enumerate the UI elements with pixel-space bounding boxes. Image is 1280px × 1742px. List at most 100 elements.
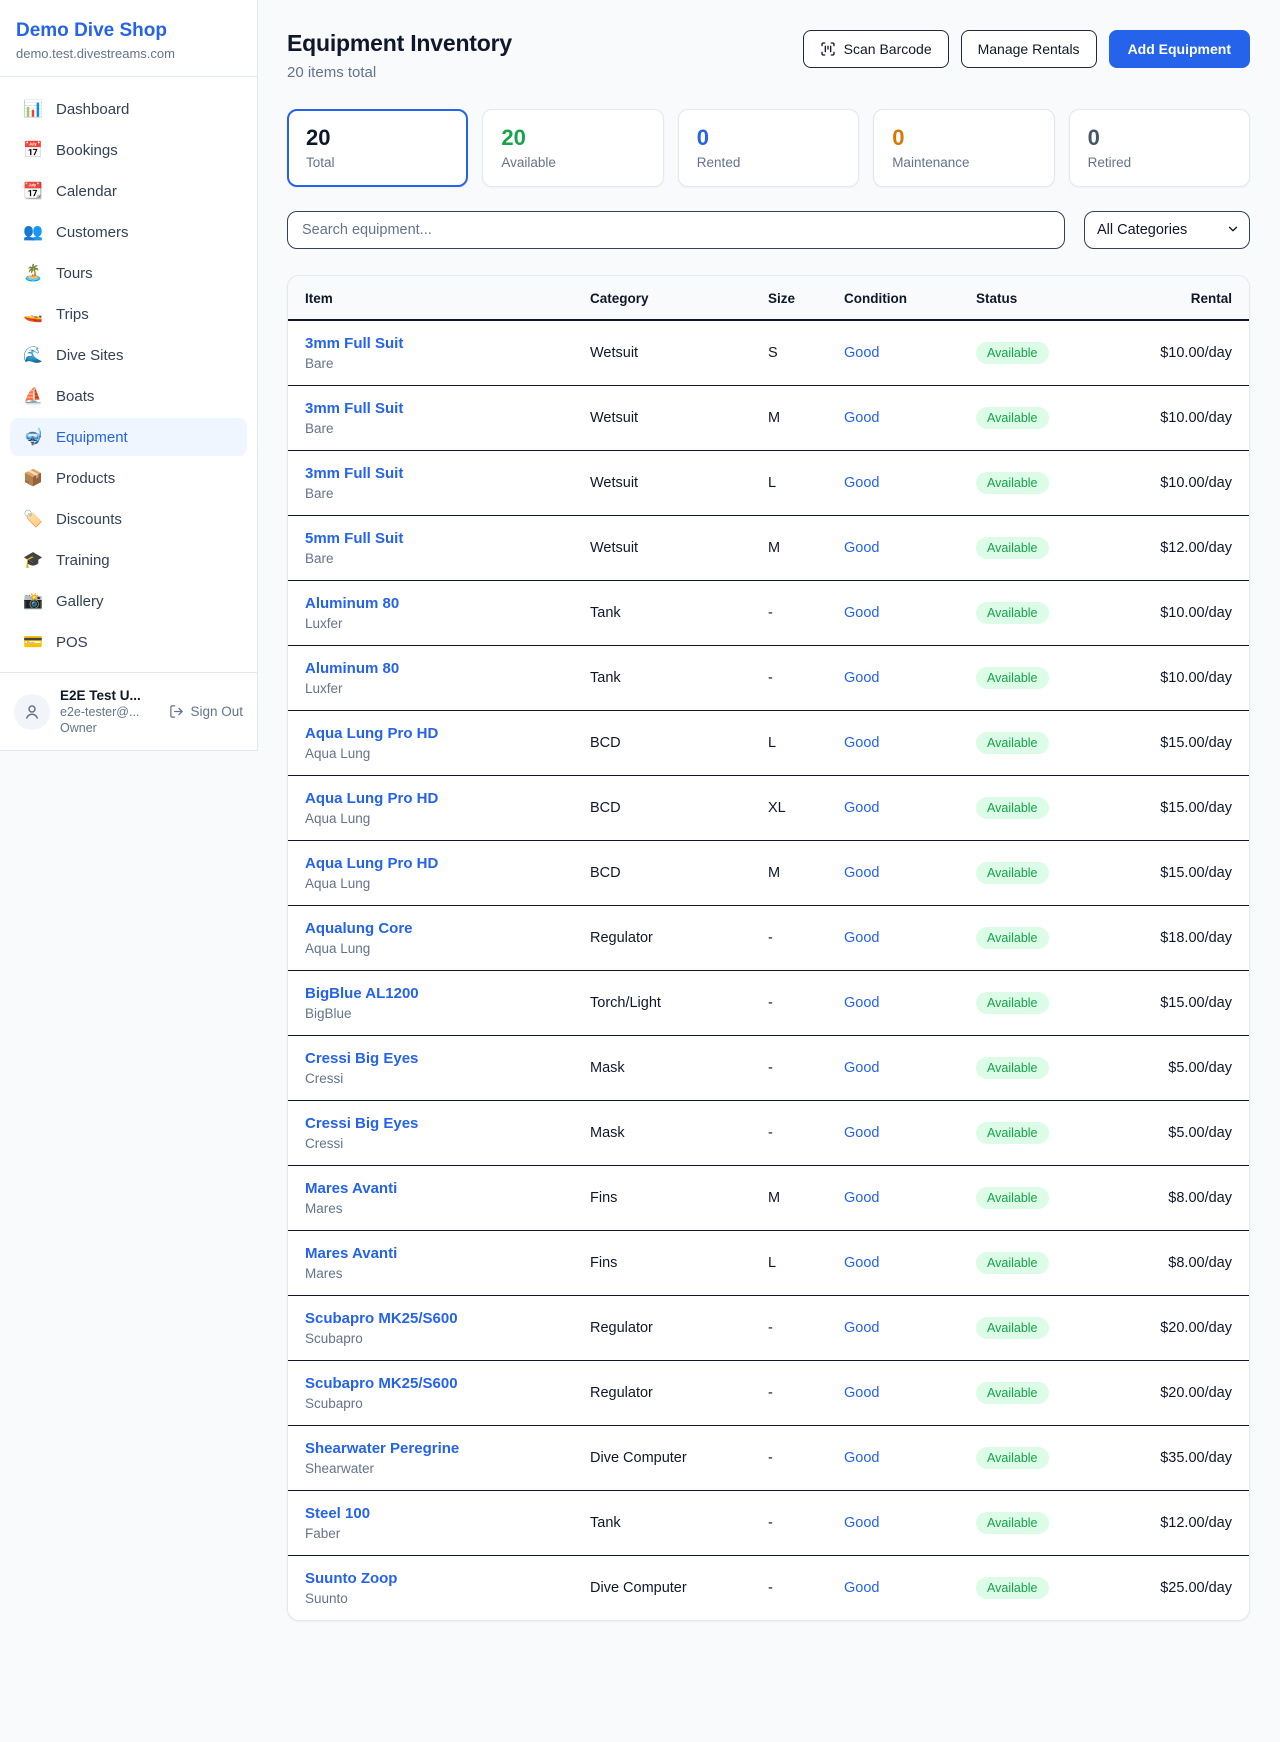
item-cell: Aluminum 80Luxfer — [288, 646, 573, 711]
rental-cell: $10.00/day — [1109, 646, 1249, 711]
item-cell: Scubapro MK25/S600Scubapro — [288, 1296, 573, 1361]
condition-link[interactable]: Good — [844, 670, 879, 686]
brand-name[interactable]: Demo Dive Shop — [16, 20, 241, 42]
search-input[interactable] — [287, 211, 1065, 249]
item-name-link[interactable]: Mares Avanti — [305, 1245, 556, 1262]
item-cell: Aqua Lung Pro HDAqua Lung — [288, 776, 573, 841]
calendar-page-icon: 📅 — [23, 140, 43, 160]
table-row: Suunto ZoopSuuntoDive Computer-GoodAvail… — [288, 1556, 1249, 1621]
column-header-item: Item — [288, 276, 573, 320]
condition-link[interactable]: Good — [844, 1450, 879, 1466]
item-brand: Bare — [305, 356, 556, 371]
condition-cell: Good — [827, 906, 959, 971]
sidebar-item-boats[interactable]: ⛵ Boats — [10, 377, 247, 415]
sidebar-item-tours[interactable]: 🏝️Tours — [10, 254, 247, 292]
sign-out-button[interactable]: Sign Out — [169, 704, 243, 719]
stat-card-available[interactable]: 20Available — [482, 109, 663, 187]
condition-link[interactable]: Good — [844, 1255, 879, 1271]
condition-link[interactable]: Good — [844, 930, 879, 946]
table-row: Steel 100FaberTank-GoodAvailable$12.00/d… — [288, 1491, 1249, 1556]
item-name-link[interactable]: Aluminum 80 — [305, 660, 556, 677]
item-name-link[interactable]: 3mm Full Suit — [305, 400, 556, 417]
sidebar-item-calendar[interactable]: 📆Calendar — [10, 172, 247, 210]
condition-link[interactable]: Good — [844, 1125, 879, 1141]
condition-link[interactable]: Good — [844, 1190, 879, 1206]
condition-cell: Good — [827, 1101, 959, 1166]
sidebar-item-gallery[interactable]: 📸Gallery — [10, 582, 247, 620]
item-name-link[interactable]: Aqua Lung Pro HD — [305, 725, 556, 742]
stat-card-retired[interactable]: 0Retired — [1069, 109, 1250, 187]
credit-card-icon: 💳 — [23, 632, 43, 652]
item-name-link[interactable]: 3mm Full Suit — [305, 465, 556, 482]
item-name-link[interactable]: 3mm Full Suit — [305, 335, 556, 352]
status-badge: Available — [976, 1187, 1049, 1209]
condition-link[interactable]: Good — [844, 475, 879, 491]
sidebar-item-training[interactable]: 🎓Training — [10, 541, 247, 579]
sidebar-item-label: Boats — [56, 388, 94, 405]
condition-link[interactable]: Good — [844, 345, 879, 361]
sidebar-item-label: Equipment — [56, 429, 128, 446]
scan-barcode-button[interactable]: Scan Barcode — [803, 30, 949, 68]
table-row: Cressi Big EyesCressiMask-GoodAvailable$… — [288, 1101, 1249, 1166]
item-cell: Aqualung CoreAqua Lung — [288, 906, 573, 971]
item-name-link[interactable]: Steel 100 — [305, 1505, 556, 1522]
size-cell: XL — [751, 776, 827, 841]
sailboat-icon: ⛵ — [23, 386, 43, 406]
person-icon — [23, 703, 41, 721]
item-name-link[interactable]: Suunto Zoop — [305, 1570, 556, 1587]
item-name-link[interactable]: Scubapro MK25/S600 — [305, 1375, 556, 1392]
item-name-link[interactable]: Aqualung Core — [305, 920, 556, 937]
size-cell: M — [751, 1166, 827, 1231]
sidebar-item-customers[interactable]: 👥Customers — [10, 213, 247, 251]
size-cell: M — [751, 516, 827, 581]
item-name-link[interactable]: Cressi Big Eyes — [305, 1115, 556, 1132]
condition-link[interactable]: Good — [844, 1320, 879, 1336]
condition-link[interactable]: Good — [844, 1580, 879, 1596]
sidebar-item-products[interactable]: 📦Products — [10, 459, 247, 497]
stat-label: Total — [306, 155, 449, 170]
sidebar-item-pos[interactable]: 💳POS — [10, 623, 247, 661]
item-name-link[interactable]: Aluminum 80 — [305, 595, 556, 612]
condition-link[interactable]: Good — [844, 1515, 879, 1531]
stat-card-rented[interactable]: 0Rented — [678, 109, 859, 187]
category-select[interactable]: All Categories — [1084, 211, 1250, 249]
sidebar-item-dive-sites[interactable]: 🌊Dive Sites — [10, 336, 247, 374]
rental-cell: $12.00/day — [1109, 516, 1249, 581]
item-name-link[interactable]: Aqua Lung Pro HD — [305, 855, 556, 872]
sidebar-item-dashboard[interactable]: 📊Dashboard — [10, 90, 247, 128]
sidebar-item-bookings[interactable]: 📅Bookings — [10, 131, 247, 169]
item-name-link[interactable]: Cressi Big Eyes — [305, 1050, 556, 1067]
item-name-link[interactable]: BigBlue AL1200 — [305, 985, 556, 1002]
condition-link[interactable]: Good — [844, 540, 879, 556]
item-name-link[interactable]: Mares Avanti — [305, 1180, 556, 1197]
condition-link[interactable]: Good — [844, 1385, 879, 1401]
stat-card-maintenance[interactable]: 0Maintenance — [873, 109, 1054, 187]
sidebar-item-trips[interactable]: 🚤Trips — [10, 295, 247, 333]
condition-link[interactable]: Good — [844, 800, 879, 816]
size-cell: - — [751, 1101, 827, 1166]
item-brand: Luxfer — [305, 616, 556, 631]
manage-rentals-button[interactable]: Manage Rentals — [961, 30, 1097, 68]
table-row: 3mm Full SuitBareWetsuitMGoodAvailable$1… — [288, 386, 1249, 451]
item-name-link[interactable]: 5mm Full Suit — [305, 530, 556, 547]
stat-card-total[interactable]: 20Total — [287, 109, 468, 187]
item-name-link[interactable]: Shearwater Peregrine — [305, 1440, 556, 1457]
condition-link[interactable]: Good — [844, 1060, 879, 1076]
item-name-link[interactable]: Aqua Lung Pro HD — [305, 790, 556, 807]
condition-link[interactable]: Good — [844, 865, 879, 881]
sidebar-item-discounts[interactable]: 🏷️Discounts — [10, 500, 247, 538]
item-name-link[interactable]: Scubapro MK25/S600 — [305, 1310, 556, 1327]
desert-island-icon: 🏝️ — [23, 263, 43, 283]
condition-cell: Good — [827, 1231, 959, 1296]
condition-link[interactable]: Good — [844, 995, 879, 1011]
condition-link[interactable]: Good — [844, 605, 879, 621]
condition-link[interactable]: Good — [844, 735, 879, 751]
category-cell: Torch/Light — [573, 971, 751, 1036]
item-brand: Aqua Lung — [305, 876, 556, 891]
add-equipment-button[interactable]: Add Equipment — [1109, 30, 1250, 68]
condition-link[interactable]: Good — [844, 410, 879, 426]
condition-cell: Good — [827, 1426, 959, 1491]
category-cell: Wetsuit — [573, 386, 751, 451]
sidebar-item-equipment[interactable]: 🤿Equipment — [10, 418, 247, 456]
stat-label: Maintenance — [892, 155, 1035, 170]
